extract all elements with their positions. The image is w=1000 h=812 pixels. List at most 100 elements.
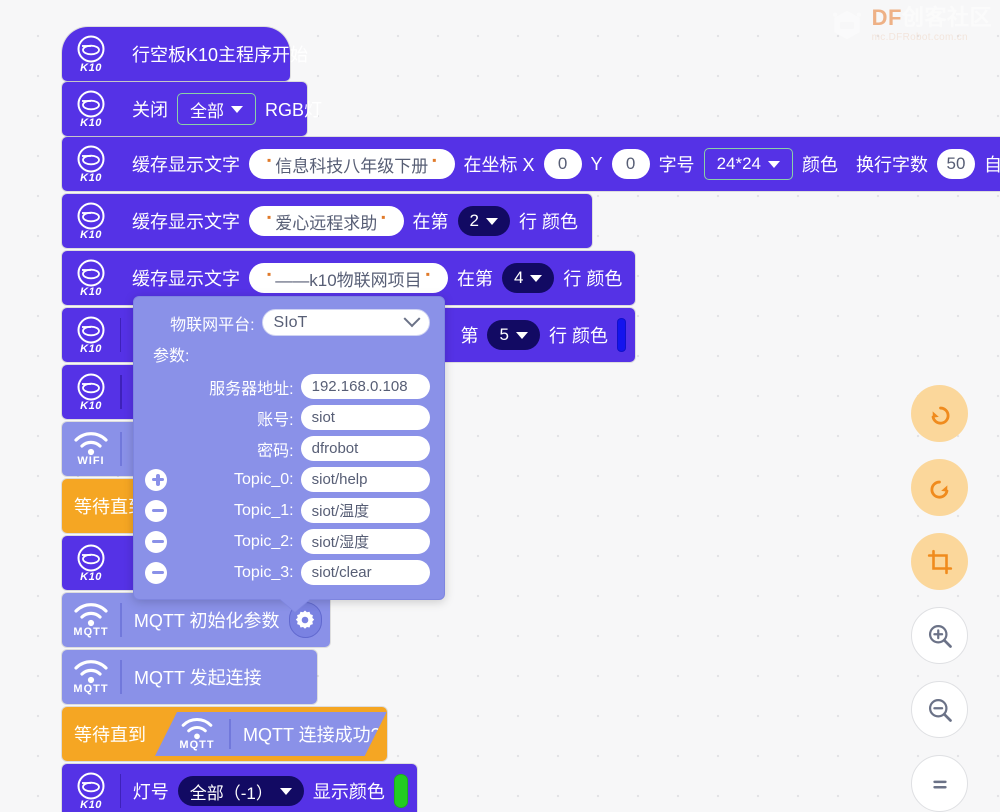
iot-platform-select[interactable]: SIoT <box>261 309 430 336</box>
display-text-value: 爱心远程求助 <box>275 213 378 233</box>
block-label-cache-text: 缓存显示文字 <box>132 212 240 232</box>
block-divider <box>229 719 231 749</box>
mqtt-icon-label: MQTT <box>179 739 215 751</box>
zoom-out-button[interactable] <box>911 681 968 738</box>
line-number-dropdown[interactable]: 2 <box>457 206 510 236</box>
display-text-value: 信息科技八年级下册 <box>275 156 429 176</box>
led-color-swatch[interactable] <box>393 774 408 808</box>
remove-topic-2-button[interactable] <box>144 530 168 553</box>
block-label-at-coord-x: 在坐标 X <box>463 155 535 175</box>
rgb-target-value: 全部 <box>190 101 224 121</box>
quote-close-icon: ▪ <box>432 153 437 167</box>
block-rgb-show-color[interactable]: K10 灯号 全部（-1） 显示颜色 <box>62 764 417 812</box>
topic-0-input[interactable]: siot/help <box>300 467 430 492</box>
k10-icon-label: K10 <box>80 62 102 74</box>
server-address-label: 服务器地址: <box>209 380 294 398</box>
display-text-input[interactable]: ▪ 信息科技八年级下册 ▪ <box>249 149 455 179</box>
wifi-icon: WIFI <box>62 431 120 467</box>
block-turn-off-rgb[interactable]: K10 关闭 全部 RGB灯 <box>62 82 322 136</box>
watermark-url: mc.DFRobot.com.cn <box>871 32 968 43</box>
password-label: 密码: <box>257 442 294 460</box>
remove-topic-3-button[interactable] <box>144 561 168 584</box>
topic-1-input[interactable]: siot/温度 <box>300 498 430 523</box>
popup-params-row: 参数: <box>148 342 430 366</box>
block-wait-until-mqtt-connected[interactable]: 等待直到 MQTT MQTT 连接成功? <box>62 707 387 761</box>
block-label-led-number: 灯号 <box>132 782 169 802</box>
password-input[interactable]: dfrobot <box>300 436 430 461</box>
coord-x-input[interactable]: 0 <box>543 149 582 179</box>
block-label-cache-text: 缓存显示文字 <box>132 155 240 175</box>
popup-field-topic-0: Topic_0: siot/help <box>144 467 430 492</box>
undo-button[interactable] <box>911 385 968 442</box>
topic-3-input[interactable]: siot/clear <box>300 560 430 585</box>
popup-field-password: 密码: dfrobot <box>148 436 430 461</box>
display-text-input[interactable]: ▪ ——k10物联网项目 ▪ <box>249 263 448 293</box>
blocks-workspace[interactable]: DF创客社区 mc.DFRobot.com.cn K10 行空板K10主程序开始 <box>0 0 1000 812</box>
iot-platform-settings-popup[interactable]: 物联网平台: SIoT 参数: 服务器地址: 192.168.0.108 账号:… <box>133 296 445 612</box>
k10-icon: K10 <box>62 258 120 298</box>
block-label-line-color: 行 颜色 <box>519 212 579 232</box>
block-label-prefix: 关闭 <box>132 100 168 120</box>
account-label: 账号: <box>257 411 294 429</box>
mqtt-icon-label: MQTT <box>73 626 109 638</box>
chevron-down-icon <box>530 274 543 282</box>
block-mqtt-start-connection[interactable]: MQTT MQTT 发起连接 <box>62 650 317 704</box>
popup-field-topic-3: Topic_3: siot/clear <box>144 560 430 585</box>
block-cache-display-text-line-2[interactable]: K10 缓存显示文字 ▪ 爱心远程求助 ▪ 在第 2 行 颜色 <box>62 194 592 248</box>
chevron-down-icon <box>486 217 498 225</box>
boolean-condition-label: MQTT 连接成功? <box>243 725 381 745</box>
block-cache-display-text-xy[interactable]: K10 缓存显示文字 ▪ 信息科技八年级下册 ▪ 在坐标 X 0 Y 0 字号 … <box>62 137 1000 191</box>
block-label-mqtt-init: MQTT 初始化参数 <box>133 611 280 631</box>
k10-icon: K10 <box>62 543 120 583</box>
zoom-in-icon <box>928 624 952 648</box>
popup-field-topic-1: Topic_1: siot/温度 <box>144 498 430 523</box>
k10-icon: K10 <box>62 34 120 74</box>
block-label-line-color: 行 颜色 <box>548 326 608 346</box>
line-number-dropdown[interactable]: 5 <box>487 320 540 350</box>
redo-button[interactable] <box>911 459 968 516</box>
zoom-in-button[interactable] <box>911 607 968 664</box>
workspace-toolbar[interactable] <box>911 385 968 812</box>
k10-icon-label: K10 <box>80 400 102 412</box>
line-number-dropdown[interactable]: 4 <box>501 263 555 293</box>
k10-icon-label: K10 <box>80 172 102 184</box>
fit-to-screen-button[interactable] <box>911 533 968 590</box>
chevron-down-icon <box>231 105 243 113</box>
popup-field-topic-2: Topic_2: siot/湿度 <box>144 529 430 554</box>
mqtt-icon: MQTT <box>62 659 120 695</box>
topic-2-input[interactable]: siot/湿度 <box>300 529 430 554</box>
block-divider <box>120 660 122 694</box>
coord-y-input[interactable]: 0 <box>611 149 650 179</box>
rgb-target-dropdown[interactable]: 全部 <box>177 93 256 125</box>
topic-1-label: Topic_1: <box>234 501 294 519</box>
line-number-value: 4 <box>513 268 524 287</box>
k10-icon-label: K10 <box>80 117 102 129</box>
block-divider <box>120 603 122 637</box>
popup-params-label: 参数: <box>153 348 190 365</box>
watermark-brand-cn: 创客社区 <box>901 5 992 30</box>
block-k10-main-program-start[interactable]: K10 行空板K10主程序开始 <box>62 27 308 97</box>
font-size-dropdown[interactable]: 24*24 <box>703 148 793 180</box>
wifi-icon-label: WIFI <box>77 455 105 467</box>
k10-icon: K10 <box>62 315 120 355</box>
topic-3-label: Topic_3: <box>234 563 294 581</box>
quote-close-icon: ▪ <box>381 210 386 224</box>
block-divider <box>120 375 122 409</box>
line-color-swatch[interactable] <box>616 318 626 352</box>
zoom-reset-button[interactable] <box>911 755 968 812</box>
mqtt-icon: MQTT <box>165 717 229 751</box>
block-label-line-color: 行 颜色 <box>563 269 623 289</box>
server-address-input[interactable]: 192.168.0.108 <box>300 374 430 399</box>
account-input[interactable]: siot <box>300 405 430 430</box>
font-size-value: 24*24 <box>716 154 761 173</box>
add-topic-button[interactable] <box>144 468 168 491</box>
boolean-mqtt-connected[interactable]: MQTT MQTT 连接成功? <box>155 712 387 756</box>
remove-topic-1-button[interactable] <box>144 499 168 522</box>
display-text-input[interactable]: ▪ 爱心远程求助 ▪ <box>249 206 404 236</box>
redo-icon <box>930 480 948 499</box>
wrap-count-input[interactable]: 50 <box>937 149 975 179</box>
led-number-dropdown[interactable]: 全部（-1） <box>177 776 304 806</box>
hexagon-robot-icon <box>832 10 861 40</box>
block-label-at-line: 在第 <box>412 212 449 232</box>
mqtt-icon-label: MQTT <box>73 683 109 695</box>
